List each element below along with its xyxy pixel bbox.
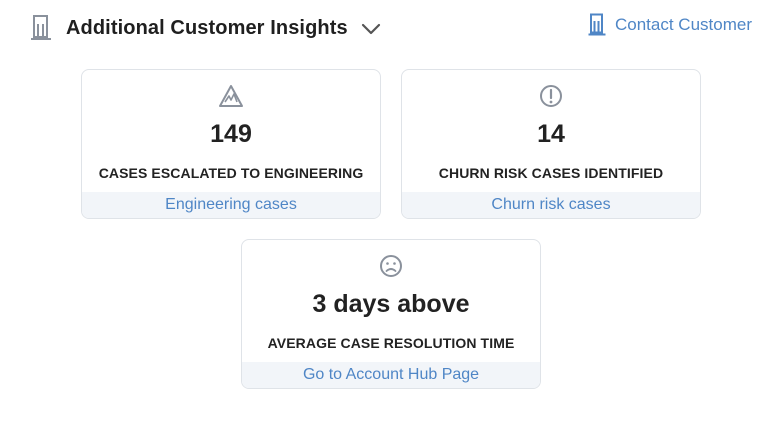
resolution-time-card: 3 days above AVERAGE CASE RESOLUTION TIM… [241,239,541,389]
resolution-time-label: AVERAGE CASE RESOLUTION TIME [267,335,515,351]
insights-header: Additional Customer Insights Contact Cus… [0,0,781,56]
page-title: Additional Customer Insights [66,17,348,39]
churn-risk-count: 14 [537,120,565,148]
account-hub-link[interactable]: Go to Account Hub Page [242,362,540,388]
churn-risk-label: CHURN RISK CASES IDENTIFIED [438,165,664,181]
escalated-label: CASES ESCALATED TO ENGINEERING [98,165,364,181]
frown-face-icon [380,255,402,277]
escalated-count: 149 [210,120,252,148]
contact-customer-label: Contact Customer [615,15,752,34]
engineering-escalations-card: 149 CASES ESCALATED TO ENGINEERING Engin… [81,69,381,219]
chevron-down-icon[interactable] [360,20,382,38]
churn-risk-cases-link[interactable]: Churn risk cases [402,192,700,218]
exclamation-circle-icon [540,85,562,107]
building-icon [31,15,51,40]
warning-triangle-icon [219,85,243,107]
building-icon [588,13,606,36]
resolution-time-value: 3 days above [312,290,470,318]
contact-customer-link[interactable]: Contact Customer [588,12,752,38]
churn-risk-card: 14 CHURN RISK CASES IDENTIFIED Churn ris… [401,69,701,219]
engineering-cases-link[interactable]: Engineering cases [82,192,380,218]
